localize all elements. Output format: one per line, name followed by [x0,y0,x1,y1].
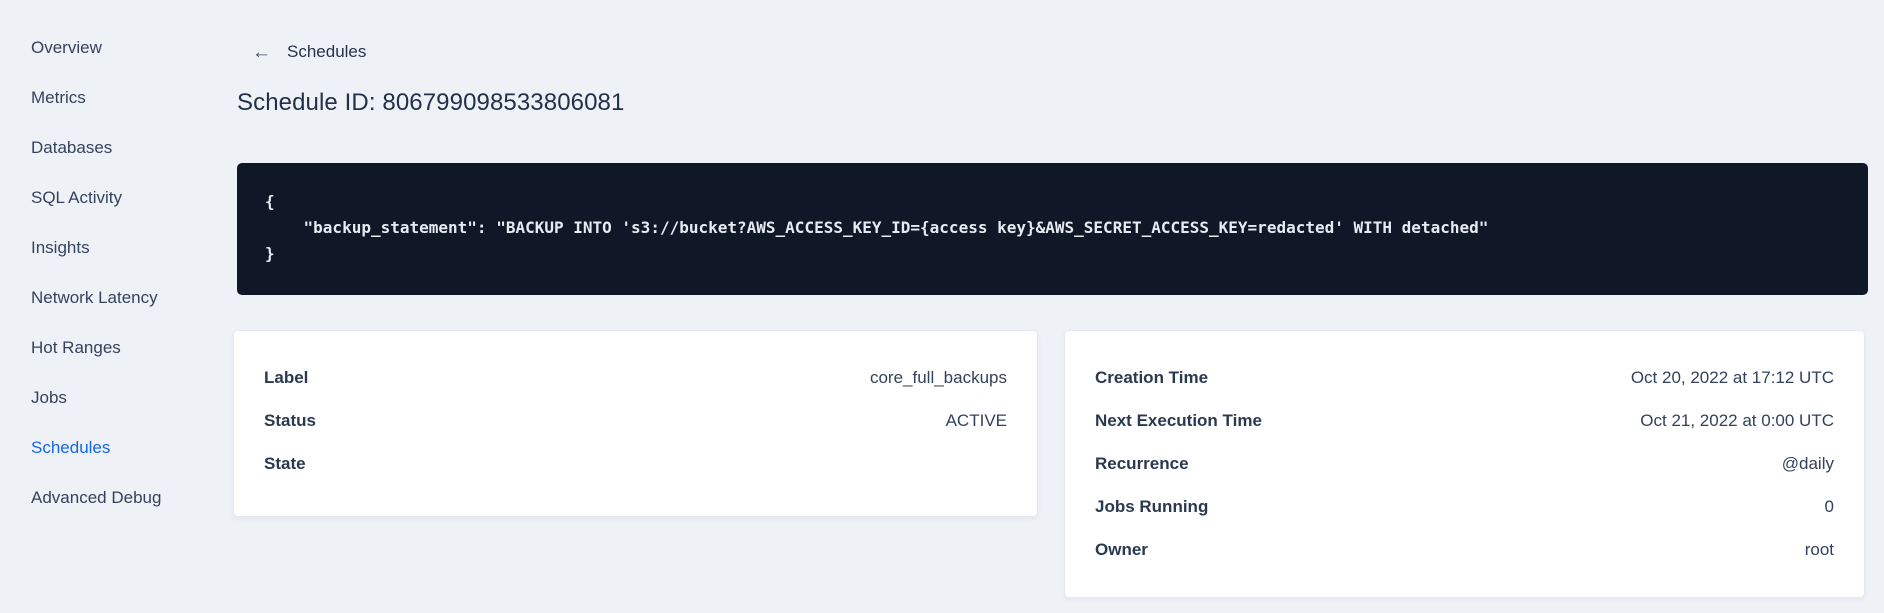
sidebar-item-insights[interactable]: Insights [0,223,196,273]
summary-row-jobs-running: Jobs Running 0 [1095,485,1834,528]
summary-row-status: Status ACTIVE [264,399,1007,442]
row-label: Owner [1095,539,1148,559]
back-to-schedules-link[interactable]: ← Schedules [252,42,366,62]
row-value: 0 [1824,496,1834,516]
sidebar-item-advanced-debug[interactable]: Advanced Debug [0,473,196,523]
summary-row-label: Label core_full_backups [264,356,1007,399]
row-label: Status [264,410,316,430]
page-title: Schedule ID: 806799098533806081 [237,89,625,116]
row-value: ACTIVE [945,410,1007,430]
backup-statement-code-block: { "backup_statement": "BACKUP INTO 's3:/… [237,163,1868,295]
sidebar-item-metrics[interactable]: Metrics [0,73,196,123]
row-label: Label [264,367,309,387]
schedule-timing-card: Creation Time Oct 20, 2022 at 17:12 UTC … [1064,330,1865,598]
row-label: Jobs Running [1095,496,1209,516]
sidebar-item-network-latency[interactable]: Network Latency [0,273,196,323]
sidebar-item-sql-activity[interactable]: SQL Activity [0,173,196,223]
schedule-summary-card: Label core_full_backups Status ACTIVE St… [233,330,1038,517]
row-value: @daily [1781,453,1834,473]
row-value: Oct 21, 2022 at 0:00 UTC [1640,410,1834,430]
sidebar-item-overview[interactable]: Overview [0,23,196,73]
schedule-detail-page: ← Schedules Schedule ID: 806799098533806… [196,0,1884,613]
row-value: Oct 20, 2022 at 17:12 UTC [1630,367,1834,387]
back-arrow-icon: ← [252,41,271,63]
code-line: { [265,192,275,211]
sidebar-item-hot-ranges[interactable]: Hot Ranges [0,323,196,373]
sidebar-nav: Overview Metrics Databases SQL Activity … [0,0,196,613]
sidebar-item-schedules[interactable]: Schedules [0,423,196,473]
sidebar-item-databases[interactable]: Databases [0,123,196,173]
summary-row-recurrence: Recurrence @daily [1095,442,1834,485]
code-line: "backup_statement": "BACKUP INTO 's3://b… [265,218,1489,237]
summary-cards: Label core_full_backups Status ACTIVE St… [233,330,1865,598]
row-value: root [1804,539,1834,559]
row-label: State [264,453,306,473]
summary-row-creation-time: Creation Time Oct 20, 2022 at 17:12 UTC [1095,356,1834,399]
summary-row-owner: Owner root [1095,528,1834,571]
sidebar-item-jobs[interactable]: Jobs [0,373,196,423]
row-label: Next Execution Time [1095,410,1262,430]
summary-row-next-execution-time: Next Execution Time Oct 21, 2022 at 0:00… [1095,399,1834,442]
code-line: } [265,244,275,263]
row-label: Creation Time [1095,367,1209,387]
back-link-label: Schedules [287,42,367,61]
row-label: Recurrence [1095,453,1189,473]
summary-row-state: State [264,442,1007,485]
row-value: core_full_backups [869,367,1007,387]
